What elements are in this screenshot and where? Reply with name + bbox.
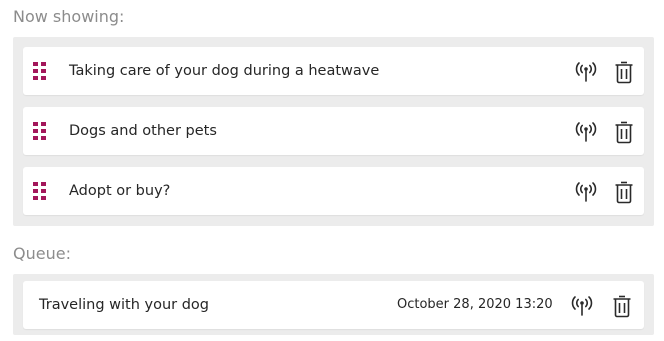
scheduled-date: October 28, 2020 13:20 [397, 297, 553, 312]
broadcast-icon[interactable] [572, 118, 600, 146]
trash-icon[interactable] [610, 178, 638, 206]
broadcast-icon[interactable] [572, 178, 600, 206]
queue-panel: Traveling with your dog October 28, 2020… [13, 274, 654, 335]
item-title: Taking care of your dog during a heatwav… [69, 63, 380, 79]
trash-icon[interactable] [610, 58, 638, 86]
drag-handle-icon[interactable] [33, 122, 49, 141]
queue-label: Queue: [13, 244, 71, 263]
queue-item[interactable]: Traveling with your dog October 28, 2020… [23, 281, 644, 329]
item-title: Traveling with your dog [39, 297, 209, 313]
broadcast-icon[interactable] [572, 58, 600, 86]
now-showing-item[interactable]: Dogs and other pets [23, 107, 644, 155]
now-showing-item[interactable]: Adopt or buy? [23, 167, 644, 215]
drag-handle-icon[interactable] [33, 62, 49, 81]
now-showing-panel: Taking care of your dog during a heatwav… [13, 37, 654, 226]
drag-handle-icon[interactable] [33, 182, 49, 201]
playlist-manager: Now showing: Taking care of your dog dur… [0, 0, 664, 341]
broadcast-icon[interactable] [568, 292, 596, 320]
trash-icon[interactable] [608, 292, 636, 320]
now-showing-item[interactable]: Taking care of your dog during a heatwav… [23, 47, 644, 95]
item-title: Dogs and other pets [69, 123, 217, 139]
now-showing-label: Now showing: [13, 7, 125, 26]
item-title: Adopt or buy? [69, 183, 171, 199]
trash-icon[interactable] [610, 118, 638, 146]
